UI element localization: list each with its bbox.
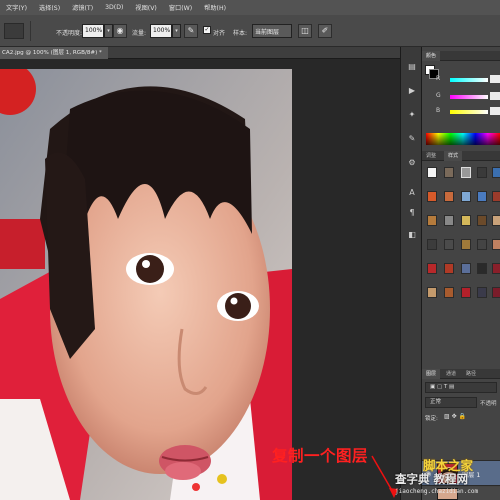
document-tab-bar: CA2.jpg @ 100% (图层 1, RGB/8#) * bbox=[0, 47, 400, 59]
style-swatch[interactable] bbox=[492, 191, 500, 202]
adjust-panel-tabs: 调整 样式 bbox=[422, 151, 500, 161]
panels: 颜色 R G B 调整 样式 图层 通道 路径 ▣ ▢ T ▤ 正常 不透明 锁… bbox=[422, 47, 500, 500]
menu-view[interactable]: 视图(V) bbox=[129, 3, 162, 12]
child-photo bbox=[0, 69, 292, 500]
layers-panel-tabs: 图层 通道 路径 bbox=[422, 369, 500, 379]
color-spectrum[interactable] bbox=[426, 133, 500, 145]
style-swatch[interactable] bbox=[461, 191, 471, 202]
slider-g[interactable]: G bbox=[422, 92, 500, 102]
tab-styles[interactable]: 样式 bbox=[444, 151, 463, 161]
style-swatch[interactable] bbox=[444, 215, 454, 226]
menu-bar: 文字(Y) 选择(S) 滤镜(T) 3D(D) 视图(V) 窗口(W) 帮助(H… bbox=[0, 0, 500, 15]
actions-icon[interactable]: ▶ bbox=[406, 85, 418, 97]
tab-adjustments[interactable]: 调整 bbox=[422, 151, 440, 161]
align-label: 对齐 bbox=[213, 30, 226, 37]
style-swatch[interactable] bbox=[444, 287, 454, 298]
options-bar: 不透明度: 100% ▾ ◉ 流量: 100% ▾ ✎ ✓ 对齐 样本: 当前图… bbox=[0, 15, 500, 47]
character-icon[interactable]: A bbox=[406, 187, 418, 199]
style-swatch[interactable] bbox=[477, 287, 487, 298]
menu-type[interactable]: 文字(Y) bbox=[0, 3, 33, 12]
style-swatch[interactable] bbox=[461, 287, 471, 298]
brush-preset-icon[interactable]: ✦ bbox=[406, 109, 418, 121]
document-image[interactable] bbox=[0, 69, 292, 500]
style-swatch[interactable] bbox=[492, 263, 500, 274]
layer-filter[interactable]: ▣ ▢ T ▤ bbox=[425, 382, 497, 393]
flow-label: 流量: bbox=[132, 30, 147, 37]
tab-channels[interactable]: 通道 bbox=[442, 369, 460, 379]
pressure-size-icon[interactable]: ✐ bbox=[318, 24, 332, 38]
panel-icon-strip: ▤ ▶ ✦ ✎ ⚙ A ¶ ◧ bbox=[400, 47, 422, 500]
annotation-text: 复制一个图层 bbox=[272, 447, 369, 465]
style-swatch[interactable] bbox=[461, 215, 471, 226]
opacity-dropdown[interactable]: ▾ bbox=[104, 24, 113, 38]
style-swatch[interactable] bbox=[477, 263, 487, 274]
menu-select[interactable]: 选择(S) bbox=[33, 3, 66, 12]
slider-b[interactable]: B bbox=[422, 107, 500, 117]
opacity-field[interactable]: 100% bbox=[82, 24, 104, 38]
brush-icon[interactable]: ✎ bbox=[406, 133, 418, 145]
style-swatch[interactable] bbox=[492, 215, 500, 226]
style-swatch[interactable] bbox=[477, 215, 487, 226]
pressure-opacity-icon[interactable]: ◉ bbox=[113, 24, 127, 38]
style-swatch[interactable] bbox=[461, 239, 471, 250]
clone-source-icon[interactable]: ⚙ bbox=[406, 157, 418, 169]
style-swatch[interactable] bbox=[427, 239, 437, 250]
style-swatch[interactable] bbox=[477, 239, 487, 250]
document-tab[interactable]: CA2.jpg @ 100% (图层 1, RGB/8#) * bbox=[0, 47, 108, 59]
menu-window[interactable]: 窗口(W) bbox=[163, 3, 198, 12]
style-swatch[interactable] bbox=[444, 191, 454, 202]
watermark: 脚本之家 查字典 教程网 jiaocheng.chazidian.com bbox=[395, 455, 500, 500]
style-swatch[interactable] bbox=[444, 263, 454, 274]
style-swatch[interactable] bbox=[427, 167, 437, 178]
style-swatch[interactable] bbox=[461, 263, 471, 274]
style-swatch[interactable] bbox=[477, 191, 487, 202]
ignore-adjustment-icon[interactable]: ◫ bbox=[298, 24, 312, 38]
paragraph-icon[interactable]: ¶ bbox=[406, 207, 418, 219]
menu-3d[interactable]: 3D(D) bbox=[99, 4, 129, 11]
canvas-area[interactable]: 复制一个图层 bbox=[0, 59, 400, 500]
lock-icons[interactable]: ▨ ✥ 🔒 bbox=[444, 413, 466, 420]
lock-label: 锁定: bbox=[425, 416, 438, 422]
style-swatch[interactable] bbox=[427, 287, 437, 298]
style-swatch[interactable] bbox=[461, 167, 471, 178]
style-swatch[interactable] bbox=[444, 167, 454, 178]
history-icon[interactable]: ▤ bbox=[406, 61, 418, 73]
sample-label: 样本: bbox=[233, 30, 248, 37]
tab-color[interactable]: 颜色 bbox=[422, 51, 441, 61]
align-checkbox[interactable]: ✓ bbox=[203, 26, 211, 34]
flow-dropdown[interactable]: ▾ bbox=[172, 24, 181, 38]
style-swatch[interactable] bbox=[477, 167, 487, 178]
style-swatch[interactable] bbox=[427, 191, 437, 202]
slider-r[interactable]: R bbox=[422, 75, 500, 85]
style-swatch[interactable] bbox=[427, 215, 437, 226]
airbrush-icon[interactable]: ✎ bbox=[184, 24, 198, 38]
sample-select[interactable]: 当前图层 bbox=[252, 24, 292, 38]
layer-comps-icon[interactable]: ◧ bbox=[406, 229, 418, 241]
watermark-url: jiaocheng.chazidian.com bbox=[395, 488, 479, 495]
divider bbox=[30, 21, 31, 41]
menu-help[interactable]: 帮助(H) bbox=[198, 3, 232, 12]
watermark-site: 查字典 教程网 bbox=[395, 472, 469, 486]
style-swatch[interactable] bbox=[427, 263, 437, 274]
menu-filter[interactable]: 滤镜(T) bbox=[66, 3, 99, 12]
tab-paths[interactable]: 路径 bbox=[462, 369, 480, 379]
flow-field[interactable]: 100% bbox=[150, 24, 172, 38]
tab-layers[interactable]: 图层 bbox=[422, 369, 441, 379]
color-panel-tabs: 颜色 bbox=[422, 51, 500, 61]
opacity-label: 不透明度: bbox=[56, 30, 83, 37]
layer-opacity-label: 不透明 bbox=[480, 401, 497, 407]
blend-mode-select[interactable]: 正常 bbox=[425, 397, 477, 408]
style-swatch[interactable] bbox=[444, 239, 454, 250]
style-swatch[interactable] bbox=[492, 287, 500, 298]
style-swatch[interactable] bbox=[492, 239, 500, 250]
tool-preset-picker[interactable] bbox=[4, 23, 24, 39]
style-swatch[interactable] bbox=[492, 167, 500, 178]
